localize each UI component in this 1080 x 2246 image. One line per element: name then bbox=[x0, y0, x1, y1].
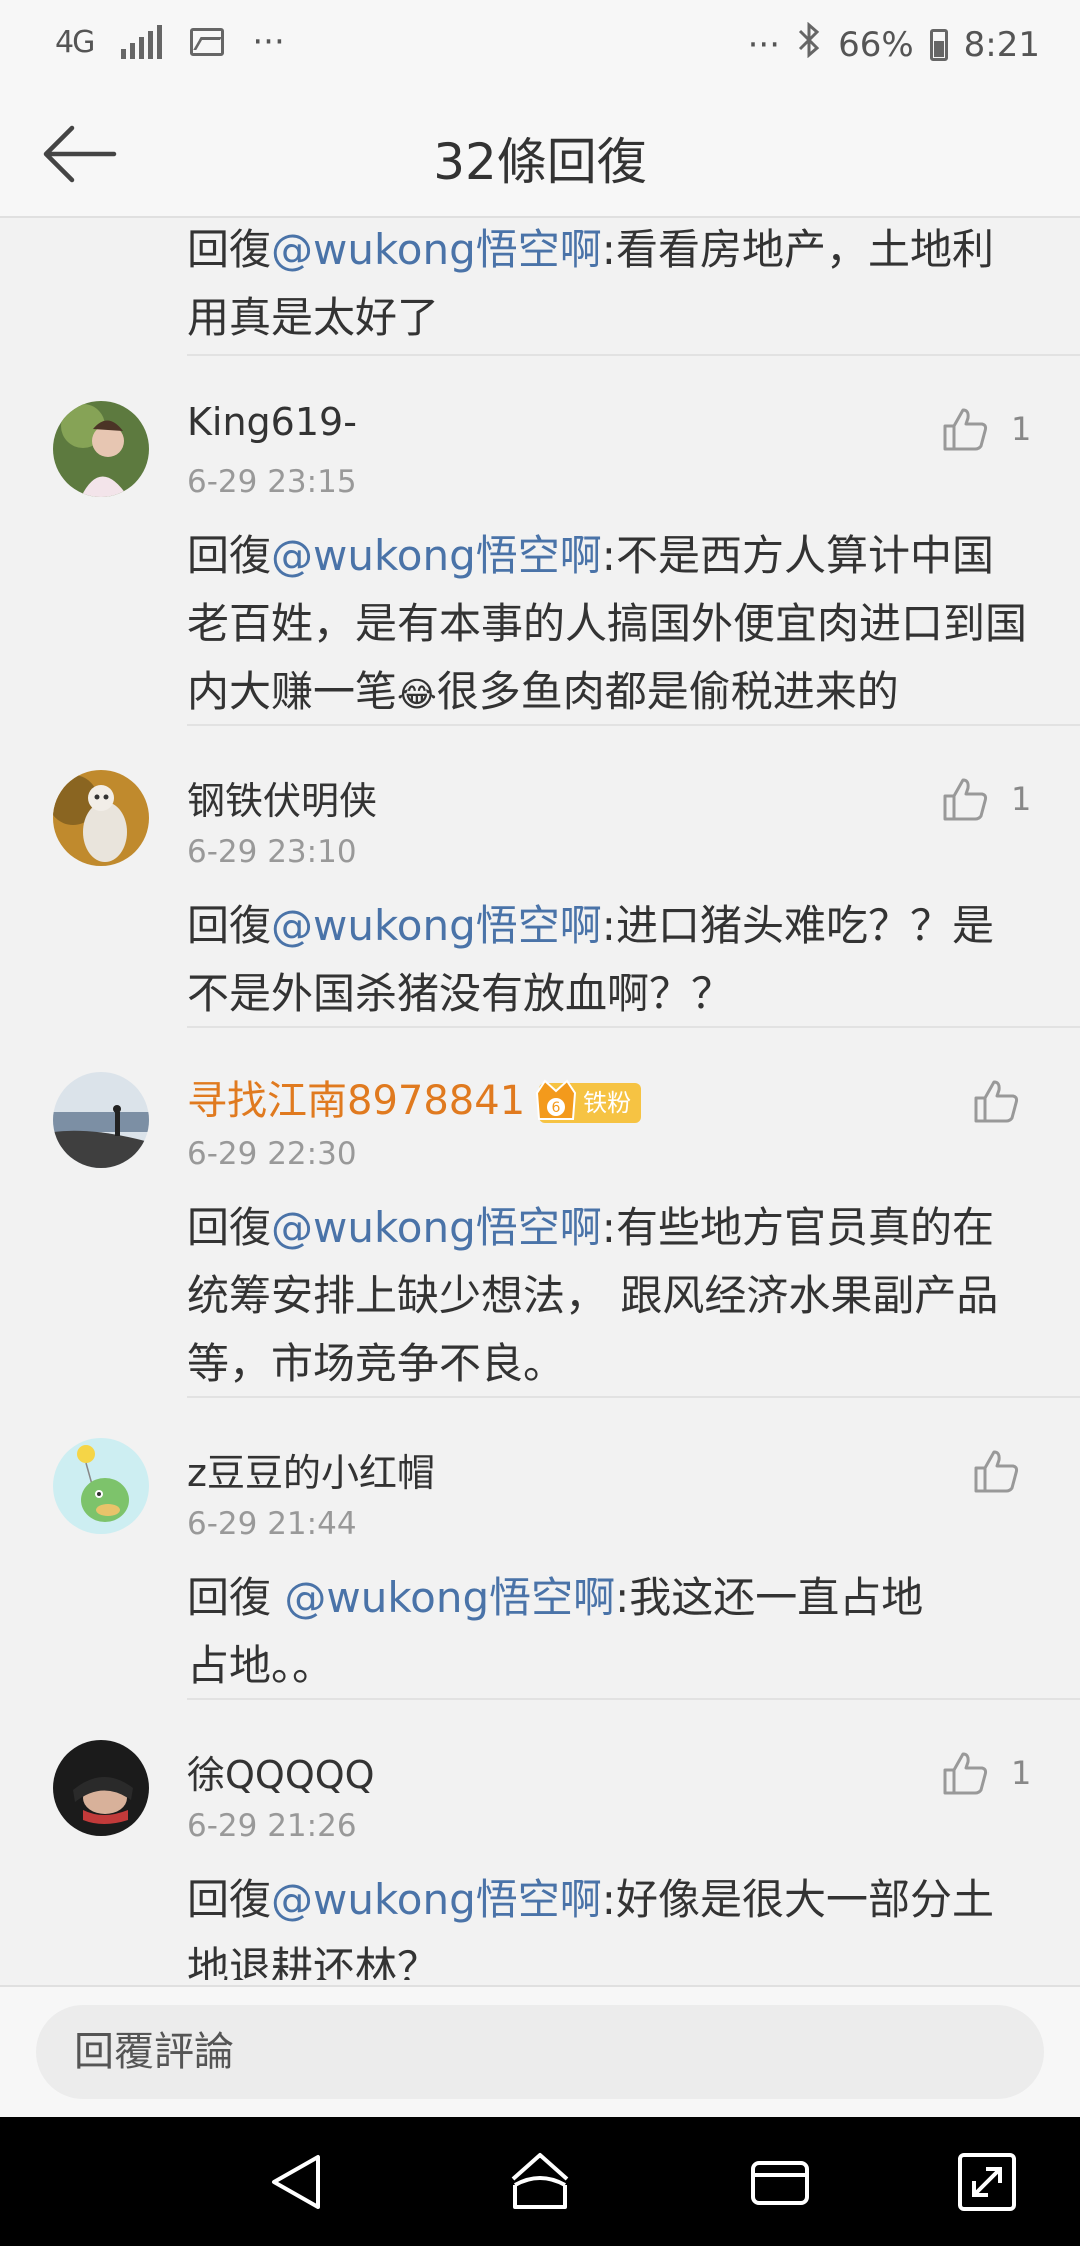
mention-link[interactable]: @wukong悟空啊 bbox=[284, 1573, 615, 1622]
thumbs-up-icon bbox=[943, 778, 988, 821]
comment-item: 回復@wukong悟空啊:看看房地产，土地利用真是太好了 bbox=[0, 218, 1080, 356]
avatar[interactable] bbox=[53, 1072, 149, 1168]
commenter-name[interactable]: 寻找江南8978841 6 铁粉 bbox=[187, 1068, 642, 1126]
avatar[interactable] bbox=[53, 1438, 149, 1534]
comment-list[interactable]: 回復@wukong悟空啊:看看房地产，土地利用真是太好了 King619- 6-… bbox=[0, 218, 1080, 1980]
recents-icon bbox=[751, 2161, 809, 2205]
comment-time: 6-29 23:10 bbox=[187, 834, 357, 870]
thumbs-up-icon bbox=[974, 1080, 1019, 1123]
battery-percent: 66% bbox=[838, 24, 914, 65]
system-nav-bar bbox=[0, 2117, 1080, 2246]
top-app-bar: 32條回復 bbox=[0, 90, 1080, 218]
crown-icon: 6 bbox=[536, 1079, 577, 1120]
signal-icon bbox=[121, 25, 163, 59]
like-button[interactable] bbox=[972, 1448, 1042, 1494]
nav-back-button[interactable] bbox=[262, 2147, 332, 2217]
comment-item: King619- 6-29 23:15 1 回復@wukong悟空啊:不是西方人… bbox=[0, 356, 1080, 726]
comment-body: 回復@wukong悟空啊:看看房地产，土地利用真是太好了 bbox=[187, 225, 994, 342]
commenter-name[interactable]: z豆豆的小红帽 bbox=[187, 1442, 435, 1497]
thumbs-up-icon bbox=[974, 1450, 1019, 1493]
like-button[interactable] bbox=[972, 1078, 1042, 1124]
battery-icon bbox=[929, 28, 948, 61]
comment-body: 回復@wukong悟空啊:不是西方人算计中国老百姓，是有本事的人搞国外便宜肉进口… bbox=[187, 531, 1028, 716]
comment-body: 回復 @wukong悟空啊:我这还一直占地占地。。 bbox=[187, 1573, 924, 1690]
image-notification-icon bbox=[190, 28, 225, 56]
laughing-emoji: 😂 bbox=[397, 675, 437, 715]
mention-link[interactable]: @wukong悟空啊 bbox=[271, 1875, 602, 1924]
comment-body: 回復@wukong悟空啊:进口猪头难吃？？是不是外国杀猪没有放血啊？？ bbox=[187, 901, 994, 1018]
avatar[interactable] bbox=[53, 401, 149, 497]
comment-time: 6-29 22:30 bbox=[187, 1136, 357, 1172]
like-button[interactable]: 1 bbox=[941, 406, 1031, 452]
reply-bar: 回覆評論 bbox=[0, 1985, 1080, 2117]
reply-input[interactable]: 回覆評論 bbox=[36, 2005, 1044, 2099]
nav-expand-button[interactable] bbox=[952, 2147, 1022, 2217]
commenter-name[interactable]: 徐QQQQQ bbox=[187, 1744, 375, 1799]
comment-item: 徐QQQQQ 6-29 21:26 1 回復@wukong悟空啊:好像是很大一部… bbox=[0, 1700, 1080, 1980]
thumbs-up-icon bbox=[943, 408, 988, 451]
comment-item: 寻找江南8978841 6 铁粉 6-29 22:30 回復@wukong悟空啊:有… bbox=[0, 1028, 1080, 1398]
mention-link[interactable]: @wukong悟空啊 bbox=[271, 1203, 602, 1252]
status-bar: 4G ··· ··· 66% 8:21 bbox=[0, 0, 1080, 90]
page-title: 32條回復 bbox=[433, 133, 647, 191]
mention-link[interactable]: @wukong悟空啊 bbox=[271, 225, 602, 274]
comment-body: 回復@wukong悟空啊:好像是很大一部分土地退耕还林？ bbox=[187, 1875, 994, 1980]
fan-badge: 6 铁粉 bbox=[536, 1079, 642, 1123]
mention-link[interactable]: @wukong悟空啊 bbox=[271, 531, 602, 580]
more-notifications-icon: ··· bbox=[252, 22, 285, 62]
like-count: 1 bbox=[1011, 1754, 1032, 1792]
nav-recents-button[interactable] bbox=[745, 2147, 815, 2217]
nav-home-button[interactable] bbox=[505, 2147, 575, 2217]
comment-item: z豆豆的小红帽 6-29 21:44 回復 @wukong悟空啊:我这还一直占地… bbox=[0, 1398, 1080, 1700]
mention-link[interactable]: @wukong悟空啊 bbox=[271, 901, 602, 950]
expand-icon bbox=[958, 2153, 1016, 2211]
like-button[interactable]: 1 bbox=[941, 1750, 1031, 1796]
commenter-name[interactable]: 钢铁伏明侠 bbox=[187, 770, 377, 825]
like-count: 1 bbox=[1011, 410, 1032, 448]
comment-time: 6-29 21:44 bbox=[187, 1506, 357, 1542]
commenter-name[interactable]: King619- bbox=[187, 400, 357, 444]
badge-level: 6 bbox=[552, 1100, 561, 1116]
like-count: 1 bbox=[1011, 780, 1032, 818]
avatar[interactable] bbox=[53, 1740, 149, 1836]
comment-item: 钢铁伏明侠 6-29 23:10 1 回復@wukong悟空啊:进口猪头难吃？？… bbox=[0, 726, 1080, 1028]
avatar[interactable] bbox=[53, 770, 149, 866]
bluetooth-icon bbox=[796, 21, 822, 67]
home-icon bbox=[511, 2153, 569, 2209]
comment-time: 6-29 23:15 bbox=[187, 464, 357, 500]
comment-time: 6-29 21:26 bbox=[187, 1808, 357, 1844]
triangle-back-icon bbox=[272, 2155, 320, 2209]
clock: 8:21 bbox=[963, 24, 1040, 65]
network-indicator: 4G bbox=[55, 24, 95, 60]
like-button[interactable]: 1 bbox=[941, 776, 1031, 822]
more-status-icon: ··· bbox=[747, 24, 781, 65]
thumbs-up-icon bbox=[943, 1752, 988, 1795]
comment-body: 回復@wukong悟空啊:有些地方官员真的在统筹安排上缺少想法， 跟风经济水果副… bbox=[187, 1203, 999, 1388]
